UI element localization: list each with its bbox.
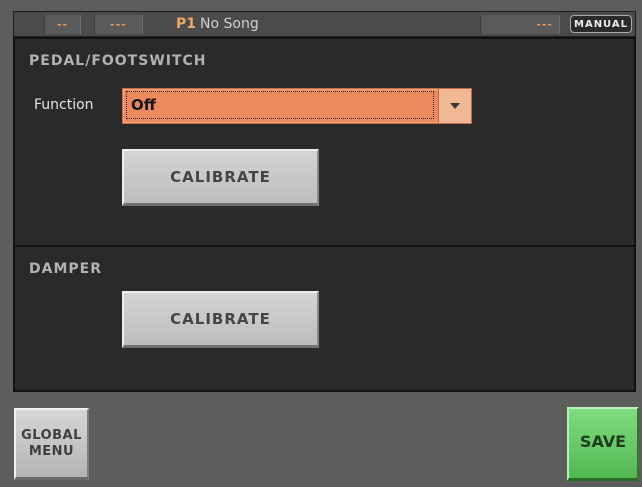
save-button[interactable]: SAVE xyxy=(567,407,639,481)
damper-calibrate-button[interactable]: CALIBRATE xyxy=(122,291,319,348)
pedal-calibrate-button[interactable]: CALIBRATE xyxy=(122,149,319,206)
function-label: Function xyxy=(34,97,94,113)
program-number: P1 xyxy=(176,16,197,32)
function-dropdown-value: Off xyxy=(126,91,434,119)
global-menu-line-1: GLOBAL xyxy=(21,428,82,443)
pedal-footswitch-title: PEDAL/FOOTSWITCH xyxy=(29,53,207,69)
manual-mode-badge: MANUAL xyxy=(570,15,632,33)
damper-title: DAMPER xyxy=(29,261,102,277)
status-field-2: --- xyxy=(94,15,143,34)
song-name: No Song xyxy=(200,16,259,32)
status-field-1: -- xyxy=(44,15,81,34)
song-indicator: P1 No Song xyxy=(176,15,259,34)
global-menu-line-2: MENU xyxy=(28,444,75,459)
global-menu-button[interactable]: GLOBAL MENU xyxy=(14,408,89,480)
status-bar: -- --- P1 No Song --- MANUAL xyxy=(13,11,636,37)
settings-panel: PEDAL/FOOTSWITCH Function Off CALIBRATE … xyxy=(13,37,636,392)
section-divider xyxy=(15,245,634,247)
status-field-3: --- xyxy=(480,15,560,34)
chevron-down-icon[interactable] xyxy=(438,89,471,123)
function-dropdown[interactable]: Off xyxy=(122,88,472,124)
